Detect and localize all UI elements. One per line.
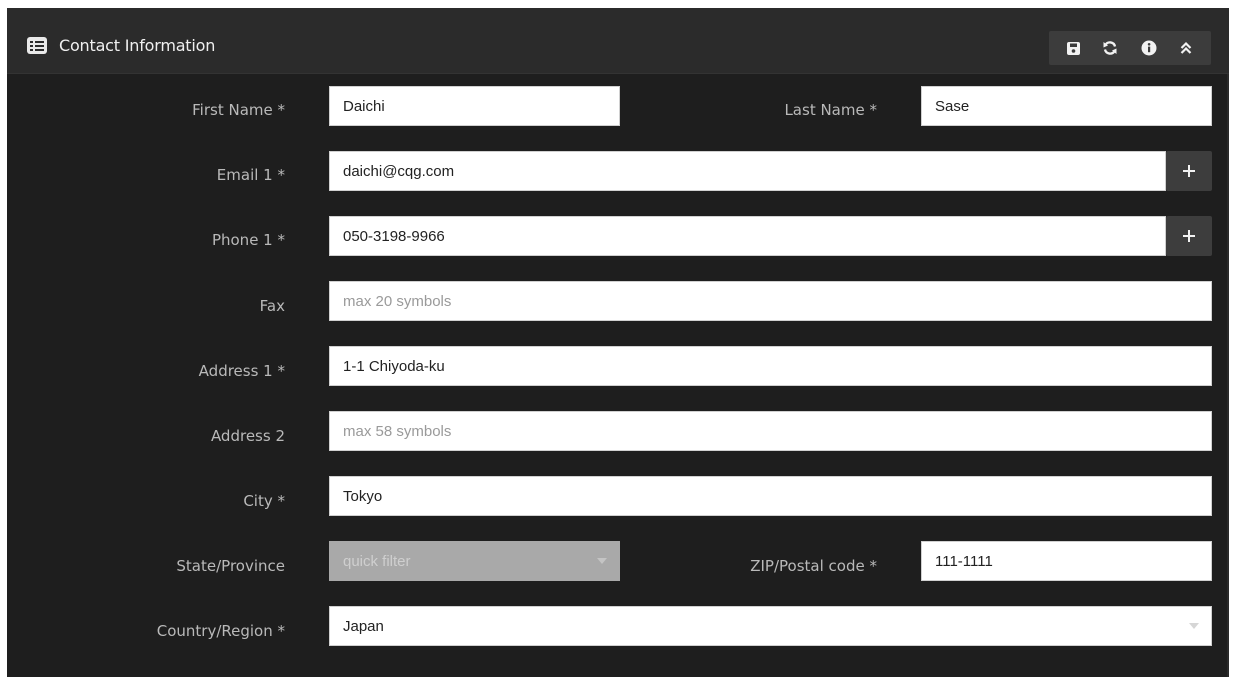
city-label: City * [243,492,285,510]
fax-placeholder: max 20 symbols [343,292,452,310]
address1-field[interactable]: 1-1 Chiyoda-ku [329,346,1212,386]
last-name-value: Sase [935,97,970,115]
first-name-value: Daichi [343,97,385,115]
phone1-value: 050-3198-9966 [343,227,445,245]
state-select[interactable]: quick filter [329,541,620,581]
country-value: Japan [343,617,384,635]
panel-title: Contact Information [59,36,216,55]
fax-label: Fax [259,297,285,315]
first-name-field[interactable]: Daichi [329,86,620,126]
last-name-label: Last Name * [784,101,877,119]
phone1-label: Phone 1 * [211,231,285,249]
list-icon [27,37,47,54]
state-label: State/Province [176,557,285,575]
contact-information-panel: Contact Information First Name * Daichi … [7,8,1229,677]
address2-placeholder: max 58 symbols [343,422,452,440]
email1-field[interactable]: daichi@cqg.com [329,151,1166,191]
refresh-icon[interactable] [1093,31,1127,65]
zip-label: ZIP/Postal code * [750,557,877,575]
zip-value: 111-1111 [935,552,993,570]
email1-value: daichi@cqg.com [343,162,455,180]
city-field[interactable]: Tokyo [329,476,1212,516]
phone1-field[interactable]: 050-3198-9966 [329,216,1166,256]
info-icon[interactable] [1132,31,1166,65]
zip-field[interactable]: 111-1111 [921,541,1212,581]
city-value: Tokyo [343,487,383,505]
dropdown-caret-icon [597,558,607,564]
panel-header: Contact Information [7,8,1229,74]
email1-label: Email 1 * [216,166,285,184]
add-email-button[interactable] [1166,151,1212,191]
address1-label: Address 1 * [198,362,285,380]
plus-icon [1183,165,1195,177]
add-phone-button[interactable] [1166,216,1212,256]
last-name-field[interactable]: Sase [921,86,1212,126]
collapse-icon[interactable] [1169,31,1203,65]
fax-field[interactable]: max 20 symbols [329,281,1212,321]
address1-value: 1-1 Chiyoda-ku [343,357,445,375]
dropdown-caret-icon [1189,623,1199,629]
country-label: Country/Region * [156,622,285,640]
address2-label: Address 2 [210,427,285,445]
state-placeholder: quick filter [343,552,411,570]
first-name-label: First Name * [192,101,285,119]
country-select[interactable]: Japan [329,606,1212,646]
save-icon[interactable] [1056,31,1090,65]
address2-field[interactable]: max 58 symbols [329,411,1212,451]
plus-icon [1183,230,1195,242]
panel-toolbar [1049,31,1211,65]
